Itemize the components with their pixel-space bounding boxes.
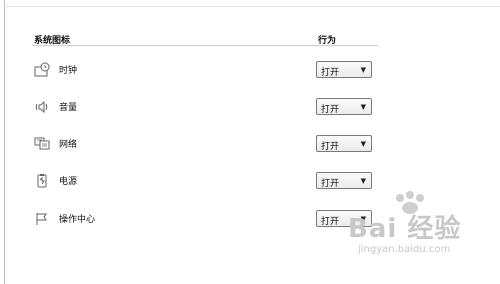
watermark-logo-text: Bai 经验 — [348, 214, 462, 244]
row-power: 电源 打开 ▼ — [34, 172, 380, 192]
clock-behavior-select[interactable]: 打开 ▼ — [316, 61, 372, 78]
power-behavior-select[interactable]: 打开 ▼ — [316, 172, 372, 189]
row-clock: 时钟 打开 ▼ — [34, 61, 380, 81]
row-label: 网络 — [59, 140, 78, 150]
chevron-down-icon: ▼ — [360, 140, 366, 148]
row-volume: 音量 打开 ▼ — [34, 98, 380, 118]
row-label: 时钟 — [59, 66, 78, 76]
volume-behavior-select[interactable]: 打开 ▼ — [316, 98, 372, 115]
select-value: 打开 — [321, 217, 340, 227]
chevron-down-icon: ▼ — [360, 103, 366, 111]
select-value: 打开 — [321, 179, 340, 189]
row-label: 电源 — [59, 177, 78, 187]
select-value: 打开 — [321, 68, 340, 78]
row-network: 网络 打开 ▼ — [34, 135, 380, 155]
clock-icon — [34, 62, 50, 78]
header-divider — [32, 45, 378, 46]
row-action-center: 操作中心 打开 ▼ — [34, 210, 380, 230]
row-label: 操作中心 — [59, 215, 96, 225]
power-icon — [34, 173, 50, 189]
network-icon — [34, 136, 50, 152]
chevron-down-icon: ▼ — [360, 66, 366, 74]
window-frame-top — [4, 6, 500, 7]
volume-icon — [34, 99, 50, 115]
chevron-down-icon: ▼ — [360, 177, 366, 185]
select-value: 打开 — [321, 142, 340, 152]
row-label: 音量 — [59, 103, 78, 113]
select-value: 打开 — [321, 105, 340, 115]
flag-icon — [34, 211, 50, 227]
network-behavior-select[interactable]: 打开 ▼ — [316, 135, 372, 152]
window-frame-left — [4, 0, 5, 284]
watermark-url: jingyan.baidu.com — [358, 244, 451, 255]
watermark: Bai 经验 jingyan.baidu.com — [340, 190, 490, 270]
